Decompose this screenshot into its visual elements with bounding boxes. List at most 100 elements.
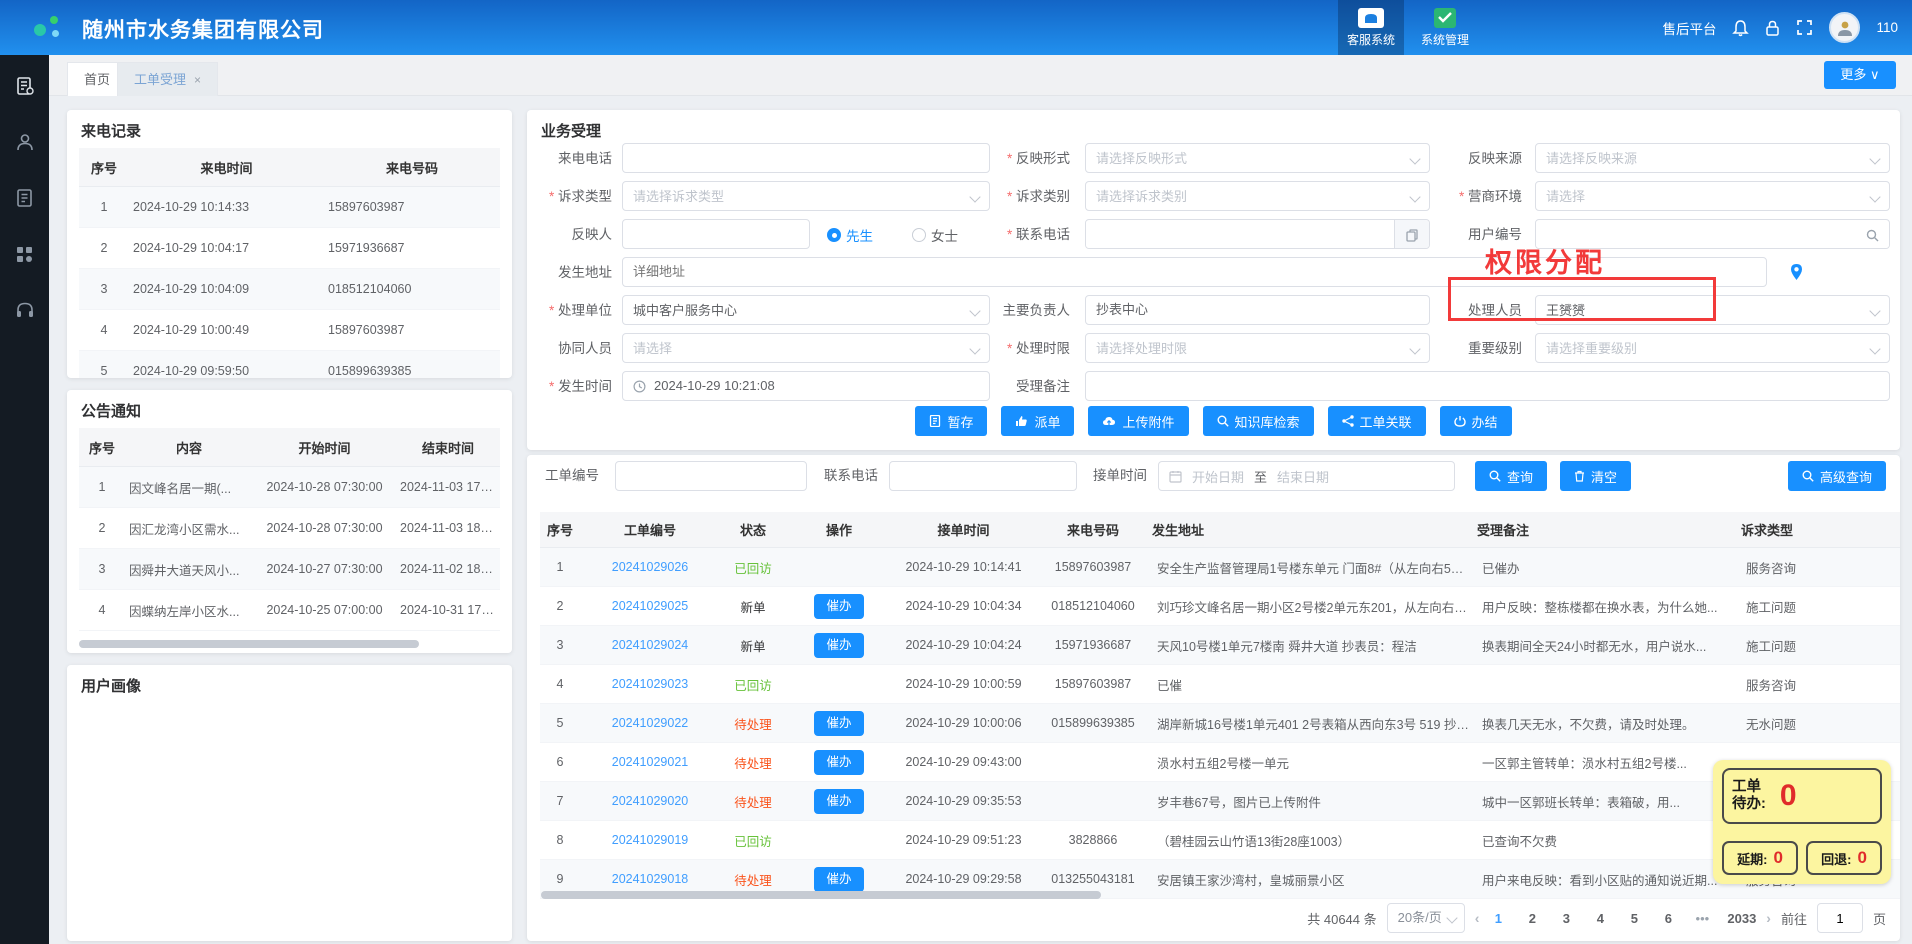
date-range-picker[interactable]: 开始日期 至 结束日期 xyxy=(1158,461,1455,491)
after-sale-platform-link[interactable]: 售后平台 xyxy=(1662,18,1716,38)
page-number[interactable]: 3 xyxy=(1557,911,1575,926)
app-header: 随州市水务集团有限公司 客服系统 系统管理 售后平台 110 xyxy=(0,0,1912,55)
announcements-row[interactable]: 2因汇龙湾小区需水...2024-10-28 07:30:002024-11-0… xyxy=(79,508,500,549)
announcements-row[interactable]: 3因舜井大道天风小...2024-10-27 07:30:002024-11-0… xyxy=(79,549,500,590)
user-avatar[interactable] xyxy=(1829,12,1860,43)
order-no-link[interactable]: 20241029020 xyxy=(612,794,688,808)
start-date-placeholder[interactable]: 开始日期 xyxy=(1192,467,1244,486)
lock-icon[interactable] xyxy=(1765,19,1780,37)
business-env-select[interactable]: 请选择 xyxy=(1535,181,1890,211)
importance-select[interactable]: 请选择重要级别 xyxy=(1535,333,1890,363)
headset-icon[interactable] xyxy=(0,287,49,333)
call_records-row[interactable]: 12024-10-29 10:14:3315897603987 xyxy=(79,187,500,228)
urge-button[interactable]: 催办 xyxy=(814,750,864,775)
dispatch-button[interactable]: 派单 xyxy=(1001,406,1074,436)
urge-button[interactable]: 催办 xyxy=(814,789,864,814)
order-no-link[interactable]: 20241029021 xyxy=(612,755,688,769)
announcements-row[interactable]: 4因蝶纳左岸小区水...2024-10-25 07:00:002024-10-3… xyxy=(79,590,500,631)
close-icon[interactable]: × xyxy=(194,73,201,87)
user-icon[interactable] xyxy=(0,119,49,165)
occur-time-label: 发生时间 xyxy=(521,371,612,403)
end-date-placeholder[interactable]: 结束日期 xyxy=(1277,467,1329,486)
gender-male-radio[interactable]: 先生 xyxy=(827,225,873,245)
order-no-link[interactable]: 20241029018 xyxy=(612,872,688,886)
urge-button[interactable]: 催办 xyxy=(814,711,864,736)
page-number[interactable]: 5 xyxy=(1625,911,1643,926)
finish-button[interactable]: 办结 xyxy=(1440,406,1512,436)
upload-attachment-button[interactable]: 上传附件 xyxy=(1088,406,1188,436)
order-no-filter-input[interactable] xyxy=(615,461,807,491)
call_records-row[interactable]: 32024-10-29 10:04:09018512104060 xyxy=(79,269,500,310)
urge-button[interactable]: 催办 xyxy=(814,594,864,619)
tab-workorder[interactable]: 工单受理× xyxy=(117,62,218,96)
co-worker-select[interactable]: 请选择 xyxy=(622,333,990,363)
announcements-row[interactable]: 1因文峰名居一期(...2024-10-28 07:30:002024-11-0… xyxy=(79,467,500,508)
page-number[interactable]: 4 xyxy=(1591,911,1609,926)
app-tab-system-admin[interactable]: 系统管理 xyxy=(1412,0,1478,55)
order-action-cell: 催办 xyxy=(786,626,892,665)
order-no-link[interactable]: 20241029022 xyxy=(612,716,688,730)
page-number[interactable]: 6 xyxy=(1659,911,1677,926)
order-row[interactable]: 120241029026已回访2024-10-29 10:14:41158976… xyxy=(540,548,1900,587)
urge-button[interactable]: 催办 xyxy=(814,633,864,658)
save-draft-button[interactable]: 暂存 xyxy=(915,406,987,436)
app-tab-customer-service[interactable]: 客服系统 xyxy=(1338,0,1404,55)
todo-badge[interactable]: 工单待办: 0 延期:0 回退:0 xyxy=(1713,760,1891,884)
page-number[interactable]: 2 xyxy=(1523,911,1541,926)
document-icon[interactable] xyxy=(0,175,49,221)
order-no-link[interactable]: 20241029019 xyxy=(612,833,688,847)
more-button[interactable]: 更多 ∨ xyxy=(1824,61,1896,89)
bell-icon[interactable] xyxy=(1732,19,1749,37)
reflect-form-select[interactable]: 请选择反映形式 xyxy=(1085,143,1430,173)
apps-icon[interactable] xyxy=(0,231,49,277)
advanced-search-button[interactable]: 高级查询 xyxy=(1788,461,1886,491)
gender-female-radio[interactable]: 女士 xyxy=(912,225,958,245)
search-button[interactable]: 查询 xyxy=(1475,461,1547,491)
order-no-link[interactable]: 20241029023 xyxy=(612,677,688,691)
knowledge-search-button[interactable]: 知识库检索 xyxy=(1203,406,1314,436)
order-action-cell: 催办 xyxy=(786,743,892,782)
page-number[interactable]: 2033 xyxy=(1727,911,1756,926)
order-no-link[interactable]: 20241029025 xyxy=(612,599,688,613)
prev-page-arrow[interactable]: ‹ xyxy=(1475,910,1480,926)
goto-page-input[interactable] xyxy=(1817,903,1863,933)
contact-phone-input[interactable] xyxy=(1086,221,1406,249)
workorder-icon[interactable] xyxy=(0,63,49,109)
phone-filter-input[interactable] xyxy=(889,461,1077,491)
order-row[interactable]: 420241029023已回访2024-10-29 10:00:59158976… xyxy=(540,665,1900,704)
call_records-row[interactable]: 42024-10-29 10:00:4915897603987 xyxy=(79,310,500,351)
clear-button[interactable]: 清空 xyxy=(1560,461,1631,491)
handle-unit-select[interactable]: 城中客户服务中心 xyxy=(622,295,990,325)
order-row[interactable]: 720241029020待处理催办2024-10-29 09:35:53岁丰巷6… xyxy=(540,782,1900,821)
search-icon[interactable] xyxy=(1855,220,1889,249)
orders-hscrollbar[interactable] xyxy=(541,891,1101,899)
order-row[interactable]: 220241029025新单催办2024-10-29 10:04:3401851… xyxy=(540,587,1900,626)
next-page-arrow[interactable]: › xyxy=(1766,910,1771,926)
appeal-type-select[interactable]: 请选择诉求类型 xyxy=(622,181,990,211)
order-no-link[interactable]: 20241029024 xyxy=(612,638,688,652)
urge-button[interactable]: 催办 xyxy=(814,867,864,892)
order-row[interactable]: 520241029022待处理催办2024-10-29 10:00:060158… xyxy=(540,704,1900,743)
fullscreen-icon[interactable] xyxy=(1796,19,1813,36)
call_records-row[interactable]: 22024-10-29 10:04:1715971936687 xyxy=(79,228,500,269)
main-charge-input[interactable] xyxy=(1085,295,1430,325)
call_records-row[interactable]: 52024-10-29 09:59:50015899639385 xyxy=(79,351,500,379)
announcements-hscrollbar[interactable] xyxy=(79,640,419,648)
order-row[interactable]: 820241029019已回访2024-10-29 09:51:23382886… xyxy=(540,821,1900,860)
occur-time-field[interactable]: 2024-10-29 10:21:08 xyxy=(622,371,990,401)
reporter-input[interactable] xyxy=(622,219,810,249)
order-row[interactable]: 320241029024新单催办2024-10-29 10:04:2415971… xyxy=(540,626,1900,665)
page-number[interactable]: 1 xyxy=(1489,911,1507,926)
order-link-button[interactable]: 工单关联 xyxy=(1328,406,1426,436)
page-size-select[interactable]: 20条/页 xyxy=(1387,903,1465,933)
handler-select[interactable]: 王赟赟 xyxy=(1535,295,1890,325)
call-phone-input[interactable] xyxy=(622,143,990,173)
order-row[interactable]: 620241029021待处理催办2024-10-29 09:43:00涢水村五… xyxy=(540,743,1900,782)
todo-count: 0 xyxy=(1780,779,1797,813)
order-no-link[interactable]: 20241029026 xyxy=(612,560,688,574)
reflect-source-select[interactable]: 请选择反映来源 xyxy=(1535,143,1890,173)
appeal-category-select[interactable]: 请选择诉求类别 xyxy=(1085,181,1430,211)
handle-limit-select[interactable]: 请选择处理时限 xyxy=(1085,333,1430,363)
location-pin-icon[interactable] xyxy=(1789,263,1804,281)
remark-input[interactable] xyxy=(1085,371,1890,401)
